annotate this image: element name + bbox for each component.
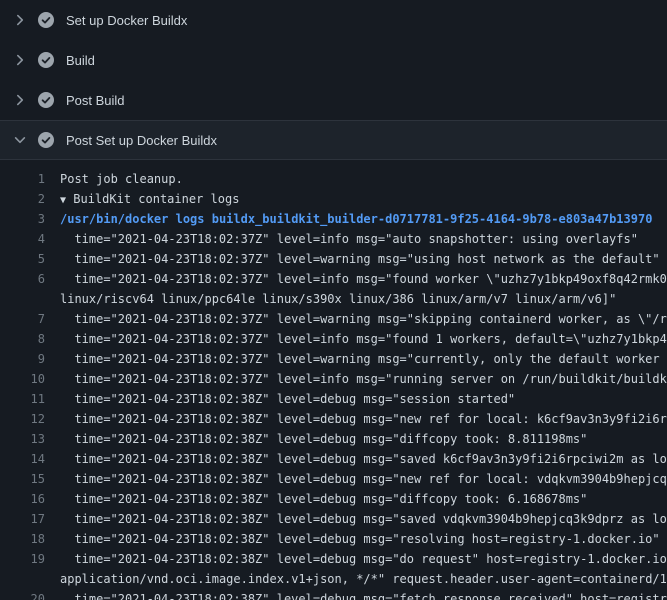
workflow-log-panel: Set up Docker Buildx Build Post Build Post … [0, 0, 667, 600]
chevron-right-icon [12, 92, 28, 108]
log-row: 15time="2021-04-23T18:02:38Z" level=debu… [0, 469, 667, 489]
step-label: Post Set up Docker Buildx [66, 133, 217, 148]
log-row: 18time="2021-04-23T18:02:38Z" level=debu… [0, 529, 667, 549]
log-text: time="2021-04-23T18:02:37Z" level=warnin… [45, 349, 667, 369]
log-row: 10time="2021-04-23T18:02:37Z" level=info… [0, 369, 667, 389]
line-number[interactable]: 4 [0, 229, 45, 249]
chevron-down-icon [12, 132, 28, 148]
chevron-right-icon [12, 52, 28, 68]
log-text: time="2021-04-23T18:02:38Z" level=debug … [45, 429, 587, 449]
log-text: time="2021-04-23T18:02:37Z" level=info m… [45, 369, 667, 389]
line-number[interactable]: 18 [0, 529, 45, 549]
log-row: 5time="2021-04-23T18:02:37Z" level=warni… [0, 249, 667, 269]
line-number[interactable]: 6 [0, 269, 45, 289]
step-label: Post Build [66, 93, 125, 108]
line-number[interactable]: 20 [0, 589, 45, 600]
log-row: 13time="2021-04-23T18:02:38Z" level=debu… [0, 429, 667, 449]
log-row: linux/riscv64 linux/ppc64le linux/s390x … [0, 289, 667, 309]
line-number[interactable]: 16 [0, 489, 45, 509]
line-number[interactable]: 2 [0, 189, 45, 209]
command-text: /usr/bin/docker logs buildx_buildkit_bui… [45, 209, 652, 229]
line-number[interactable]: 9 [0, 349, 45, 369]
log-row: 19time="2021-04-23T18:02:38Z" level=debu… [0, 549, 667, 569]
step-row-post-set-up-docker-buildx[interactable]: Post Set up Docker Buildx [0, 120, 667, 160]
log-row: 11time="2021-04-23T18:02:38Z" level=debu… [0, 389, 667, 409]
log-row: 3/usr/bin/docker logs buildx_buildkit_bu… [0, 209, 667, 229]
line-number [0, 569, 45, 589]
log-row: 9time="2021-04-23T18:02:37Z" level=warni… [0, 349, 667, 369]
log-text: time="2021-04-23T18:02:38Z" level=debug … [45, 489, 587, 509]
log-row: 1Post job cleanup. [0, 169, 667, 189]
step-row-post-build[interactable]: Post Build [0, 80, 667, 120]
step-label: Build [66, 53, 95, 68]
log-text: time="2021-04-23T18:02:37Z" level=info m… [45, 329, 667, 349]
step-label: Set up Docker Buildx [66, 13, 187, 28]
log-row: 20time="2021-04-23T18:02:38Z" level=debu… [0, 589, 667, 600]
log-text: time="2021-04-23T18:02:38Z" level=debug … [45, 589, 667, 600]
line-number [0, 289, 45, 309]
line-number[interactable]: 19 [0, 549, 45, 569]
log-text: time="2021-04-23T18:02:38Z" level=debug … [45, 529, 660, 549]
log-lines[interactable]: 1Post job cleanup.2▼ BuildKit container … [0, 160, 667, 600]
line-number[interactable]: 17 [0, 509, 45, 529]
step-row-set-up-docker-buildx[interactable]: Set up Docker Buildx [0, 0, 667, 40]
log-text: application/vnd.oci.image.index.v1+json,… [45, 569, 667, 589]
log-row: 4time="2021-04-23T18:02:37Z" level=info … [0, 229, 667, 249]
steps-list: Set up Docker Buildx Build Post Build Post … [0, 0, 667, 160]
log-text: Post job cleanup. [45, 169, 183, 189]
log-text: time="2021-04-23T18:02:38Z" level=debug … [45, 389, 515, 409]
check-circle-icon [38, 132, 54, 148]
line-number[interactable]: 8 [0, 329, 45, 349]
log-text: linux/riscv64 linux/ppc64le linux/s390x … [45, 289, 616, 309]
log-row: 6time="2021-04-23T18:02:37Z" level=info … [0, 269, 667, 289]
log-row: 17time="2021-04-23T18:02:38Z" level=debu… [0, 509, 667, 529]
log-text: time="2021-04-23T18:02:38Z" level=debug … [45, 509, 667, 529]
log-text: time="2021-04-23T18:02:37Z" level=info m… [45, 269, 667, 289]
log-text: time="2021-04-23T18:02:37Z" level=info m… [45, 229, 638, 249]
check-circle-icon [38, 92, 54, 108]
check-circle-icon [38, 52, 54, 68]
step-row-build[interactable]: Build [0, 40, 667, 80]
log-text: time="2021-04-23T18:02:37Z" level=warnin… [45, 309, 667, 329]
log-row: 16time="2021-04-23T18:02:38Z" level=debu… [0, 489, 667, 509]
group-title: ▼ BuildKit container logs [45, 189, 239, 209]
line-number[interactable]: 14 [0, 449, 45, 469]
log-row: application/vnd.oci.image.index.v1+json,… [0, 569, 667, 589]
log-row: 12time="2021-04-23T18:02:38Z" level=debu… [0, 409, 667, 429]
log-text: time="2021-04-23T18:02:38Z" level=debug … [45, 409, 667, 429]
line-number[interactable]: 3 [0, 209, 45, 229]
chevron-right-icon [12, 12, 28, 28]
group-caret-down-icon: ▼ [60, 195, 66, 206]
log-group-row[interactable]: 2▼ BuildKit container logs [0, 189, 667, 209]
check-circle-icon [38, 12, 54, 28]
log-row: 14time="2021-04-23T18:02:38Z" level=debu… [0, 449, 667, 469]
line-number[interactable]: 10 [0, 369, 45, 389]
line-number[interactable]: 13 [0, 429, 45, 449]
line-number[interactable]: 12 [0, 409, 45, 429]
line-number[interactable]: 5 [0, 249, 45, 269]
log-text: time="2021-04-23T18:02:37Z" level=warnin… [45, 249, 660, 269]
log-text: time="2021-04-23T18:02:38Z" level=debug … [45, 449, 667, 469]
line-number[interactable]: 1 [0, 169, 45, 189]
log-row: 7time="2021-04-23T18:02:37Z" level=warni… [0, 309, 667, 329]
log-text: time="2021-04-23T18:02:38Z" level=debug … [45, 469, 667, 489]
line-number[interactable]: 11 [0, 389, 45, 409]
line-number[interactable]: 7 [0, 309, 45, 329]
log-text: time="2021-04-23T18:02:38Z" level=debug … [45, 549, 667, 569]
line-number[interactable]: 15 [0, 469, 45, 489]
log-row: 8time="2021-04-23T18:02:37Z" level=info … [0, 329, 667, 349]
